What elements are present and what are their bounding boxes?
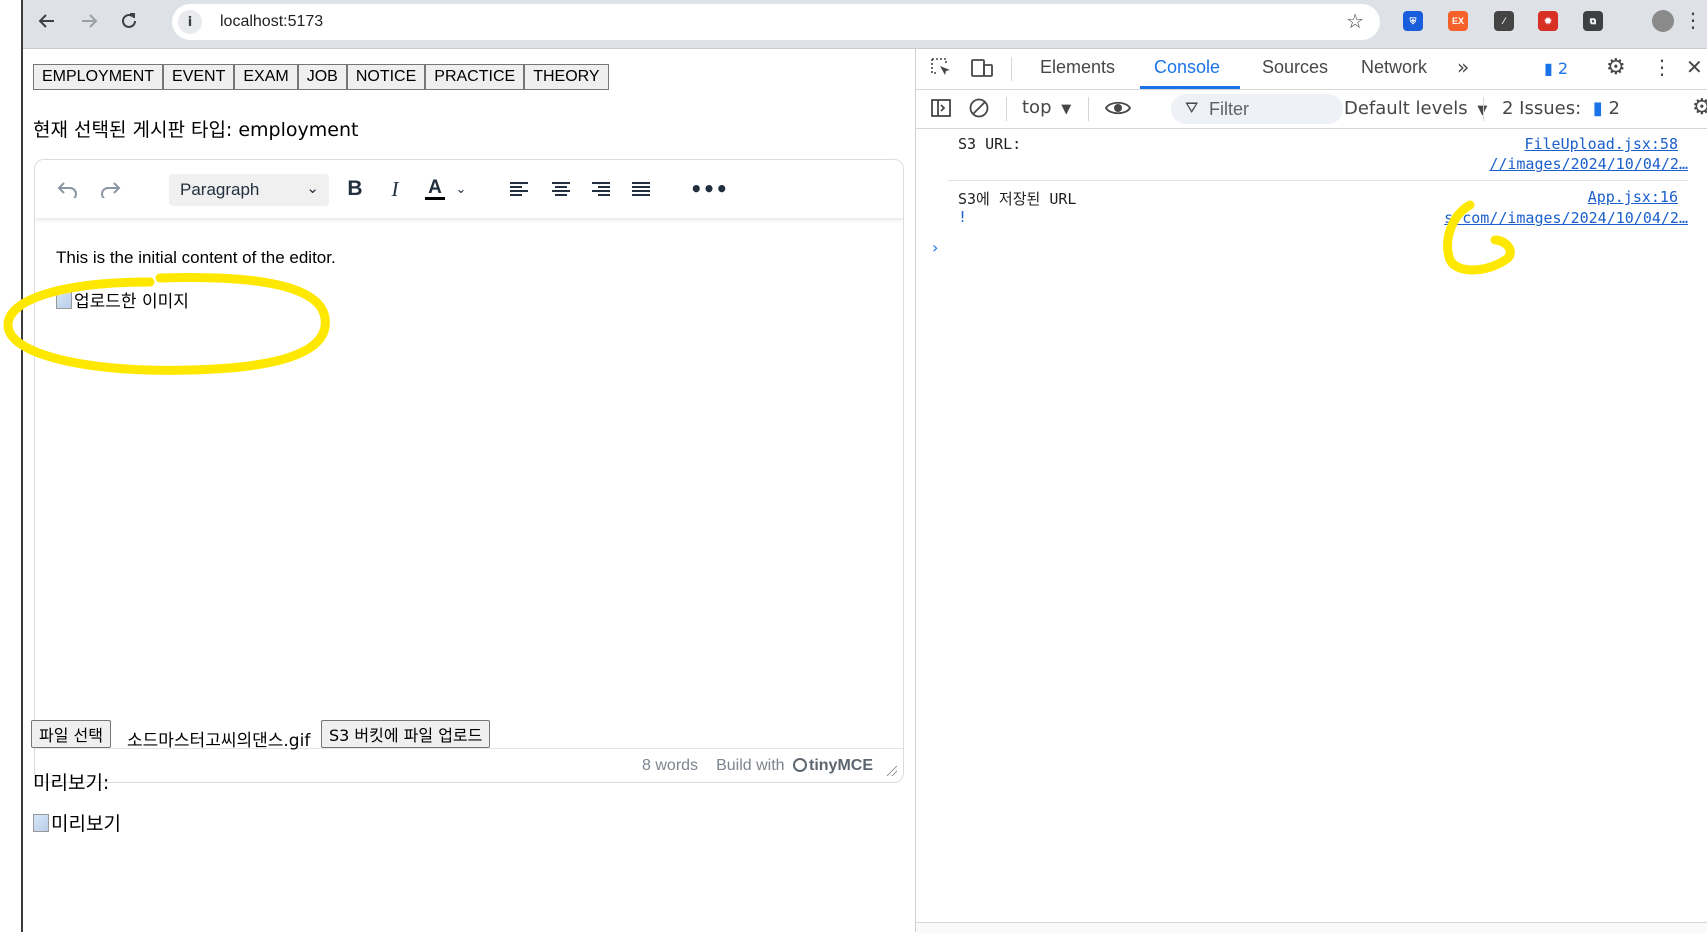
highlight-annotations (3, 200, 1515, 375)
highlight-circle-image (3, 273, 330, 375)
highlight-circle-url (1443, 200, 1515, 275)
